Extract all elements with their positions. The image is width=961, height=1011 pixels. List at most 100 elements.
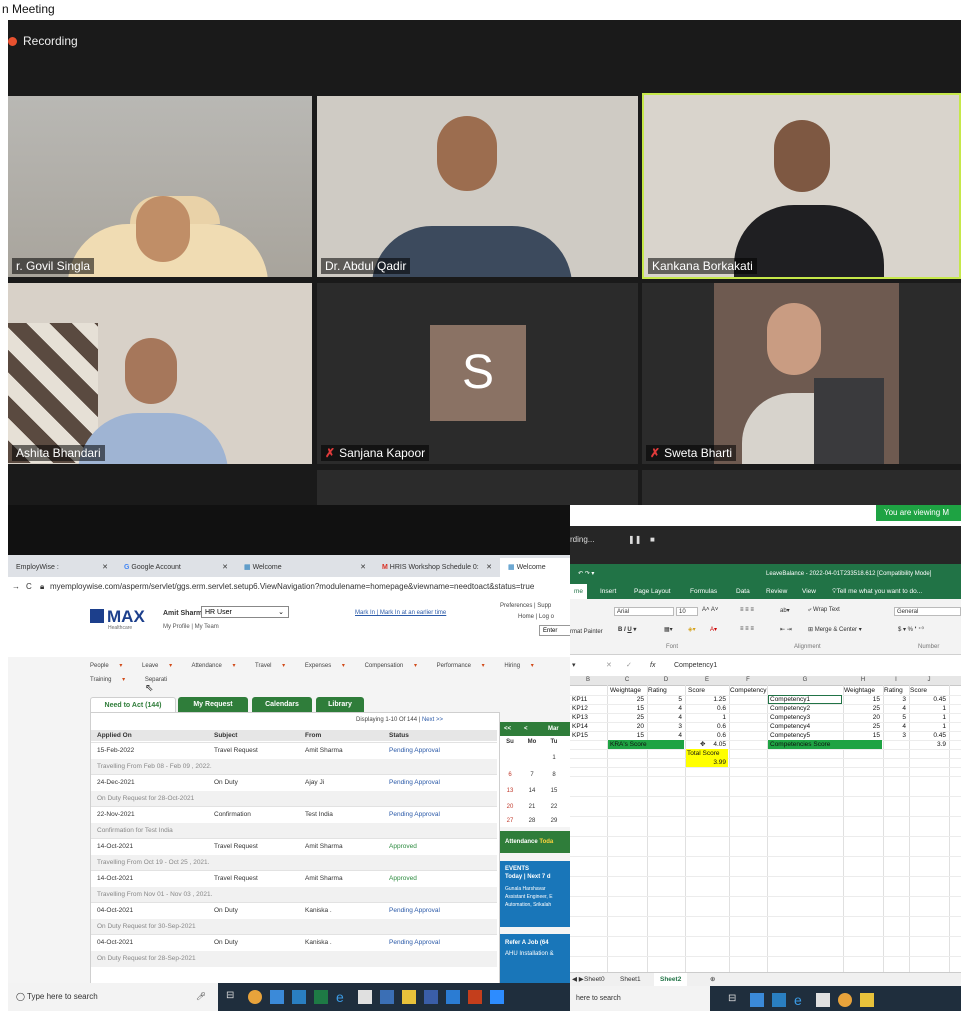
font-color-icon[interactable]: A▾ — [710, 626, 717, 633]
align-top-icon[interactable]: ≡ ≡ ≡ — [740, 607, 754, 613]
browser-tab[interactable]: M HRIS Workshop Schedule 0: ✕ — [374, 558, 498, 577]
menu-expenses[interactable]: Expenses ▾ — [305, 663, 354, 669]
table-row[interactable]: 14-Oct-2021 Travel Request Amit Sharma Appr… — [91, 870, 497, 903]
word-icon[interactable] — [446, 990, 460, 1004]
folder-icon[interactable] — [402, 990, 416, 1004]
table-row[interactable]: 04-Oct-2021 On Duty Kaniska . Pending Appro… — [91, 934, 497, 967]
tab-view[interactable]: View — [802, 584, 816, 599]
calendar-day[interactable]: 27 — [500, 818, 520, 824]
app-icon[interactable] — [424, 990, 438, 1004]
bold-italic-underline[interactable]: B I U ▾ — [618, 626, 636, 633]
microphone-icon[interactable]: 🎤︎ — [196, 983, 206, 1011]
tab-need-to-act[interactable]: Need to Act (144) — [90, 697, 176, 713]
task-view-icon[interactable]: ⊟ — [728, 993, 742, 1007]
tab-library[interactable]: Library — [316, 697, 364, 712]
chrome-icon[interactable] — [248, 990, 262, 1004]
cancel-icon[interactable]: ✕ — [606, 656, 612, 676]
browser-tab[interactable]: ▦ Welcome ✕ — [236, 558, 372, 577]
user-role-select[interactable]: HR User ⌄ — [201, 606, 289, 618]
edge-icon[interactable]: e — [336, 990, 350, 1004]
calendar-day[interactable]: 14 — [522, 788, 542, 794]
excel-icon[interactable] — [314, 990, 328, 1004]
kra-score-label-cell[interactable]: KRA's Score — [608, 740, 684, 749]
tab-insert[interactable]: Insert — [600, 584, 616, 599]
tab-page-layout[interactable]: Page Layout — [634, 584, 671, 599]
calendar-day[interactable]: 1 — [544, 755, 564, 761]
video-tile-2[interactable]: Dr. Abdul Qadir — [317, 96, 638, 277]
close-icon[interactable]: ✕ — [102, 558, 108, 577]
menu-hiring[interactable]: Hiring ▾ — [504, 663, 542, 669]
sheet-tab-0[interactable]: Sheet0 — [584, 973, 605, 987]
attendance-widget[interactable]: Attendance Toda — [500, 831, 570, 853]
url-text[interactable]: myemploywise.com/asperm/servlet/ggs.erm.… — [50, 577, 534, 597]
store-icon[interactable] — [816, 993, 830, 1007]
tell-me-box[interactable]: 💡︎ Tell me what you want to do... — [832, 584, 922, 599]
enter-icon[interactable]: ✓ — [626, 656, 632, 676]
fill-color-icon[interactable]: ◈▾ — [688, 626, 696, 633]
calendar-day[interactable]: 21 — [522, 804, 542, 810]
menu-training[interactable]: Training ▾ — [90, 677, 134, 683]
mark-in-link[interactable]: Mark In | Mark In at an earlier time — [355, 610, 446, 616]
number-format-select[interactable]: General — [894, 607, 961, 616]
calendar-day[interactable]: 20 — [500, 804, 520, 810]
status-link[interactable]: Pending Approval — [389, 775, 440, 791]
tab-calendars[interactable]: Calendars — [252, 697, 312, 712]
video-tile-3-active-speaker[interactable]: Kankana Borkakati — [642, 93, 961, 279]
pause-icon[interactable]: ❚❚ — [628, 526, 641, 554]
tab-formulas[interactable]: Formulas — [690, 584, 717, 599]
orientation-icon[interactable]: ab▾ — [780, 607, 790, 614]
table-row[interactable]: 14-Oct-2021 Travel Request Amit Sharma Appr… — [91, 838, 497, 871]
undo-icon[interactable]: ↶ ↷ ▾ — [578, 564, 594, 584]
user-links[interactable]: My Profile | My Team — [163, 624, 219, 630]
viewing-screen-banner[interactable]: You are viewing M — [876, 505, 961, 521]
status-link[interactable]: Pending Approval — [389, 903, 440, 919]
fx-icon[interactable]: fx — [650, 656, 655, 676]
video-tile-5[interactable]: S ✗ Sanjana Kapoor — [317, 283, 638, 464]
status-link[interactable]: Approved — [389, 871, 417, 887]
video-tile-6[interactable]: ✗ Sweta Bharti — [642, 283, 961, 464]
browser-tab[interactable]: G Google Account ✕ — [116, 558, 234, 577]
calendar-prev-year[interactable]: << — [504, 722, 511, 736]
browser-tab[interactable]: EmployWise : ✕ — [8, 558, 114, 577]
align-left-icon[interactable]: ≡ ≡ ≡ — [740, 626, 754, 632]
menu-attendance[interactable]: Attendance ▾ — [191, 663, 244, 669]
col-status[interactable]: Status — [389, 730, 409, 741]
font-name-select[interactable]: Arial — [614, 607, 674, 616]
status-link[interactable]: Pending Approval — [389, 935, 440, 951]
tab-my-request[interactable]: My Request — [178, 697, 248, 712]
task-view-icon[interactable]: ⊟ — [226, 990, 240, 1004]
app-icon[interactable] — [750, 993, 764, 1007]
browser-tab-active[interactable]: ▦ Welcome — [500, 558, 570, 577]
status-link[interactable]: Pending Approval — [389, 807, 440, 823]
sheet-tab-1[interactable]: Sheet1 — [620, 973, 641, 987]
formula-input[interactable]: Competency1 — [674, 656, 717, 676]
menu-leave[interactable]: Leave ▾ — [142, 663, 181, 669]
wrap-text-button[interactable]: ⤶ Wrap Text — [808, 607, 840, 614]
events-filter[interactable]: Today | Next 7 d — [505, 873, 565, 881]
recording-indicator[interactable]: Recording — [8, 30, 78, 52]
next-link[interactable]: Next >> — [422, 717, 443, 723]
menu-performance[interactable]: Performance ▾ — [437, 663, 494, 669]
table-row[interactable]: 22-Nov-2021 Confirmation Test India Pending… — [91, 806, 497, 839]
edge-icon[interactable]: e — [794, 993, 808, 1007]
tab-data[interactable]: Data — [736, 584, 750, 599]
menu-travel[interactable]: Travel ▾ — [255, 663, 294, 669]
calendar-day[interactable]: 8 — [544, 772, 564, 778]
app-icon[interactable] — [270, 990, 284, 1004]
borders-icon[interactable]: ▦▾ — [664, 626, 673, 633]
namebox-dropdown[interactable]: ▾ — [572, 656, 576, 676]
currency-icon[interactable]: $ ▾ % ❜ ⁺⁰ — [898, 626, 924, 633]
col-from[interactable]: From — [305, 730, 321, 741]
merge-center-button[interactable]: ⊞ Merge & Center ▾ — [808, 626, 862, 633]
table-row[interactable]: 24-Dec-2021 On Duty Ajay Ji Pending Approva… — [91, 774, 497, 807]
table-row[interactable]: 04-Oct-2021 On Duty Kaniska . Pending Appro… — [91, 902, 497, 935]
calendar-prev-month[interactable]: < — [524, 722, 528, 736]
format-painter-button[interactable]: rmat Painter — [570, 629, 603, 635]
indent-icon[interactable]: ⇤ ⇥ — [780, 626, 792, 633]
reload-icon[interactable]: C — [26, 577, 32, 597]
status-link[interactable]: Approved — [389, 839, 417, 855]
status-link[interactable]: Pending Approval — [389, 743, 440, 759]
menu-compensation[interactable]: Compensation ▾ — [365, 663, 426, 669]
tab-home[interactable]: me — [570, 584, 588, 599]
taskbar-search[interactable]: ◯ Type here to search 🎤︎ — [8, 983, 218, 1011]
